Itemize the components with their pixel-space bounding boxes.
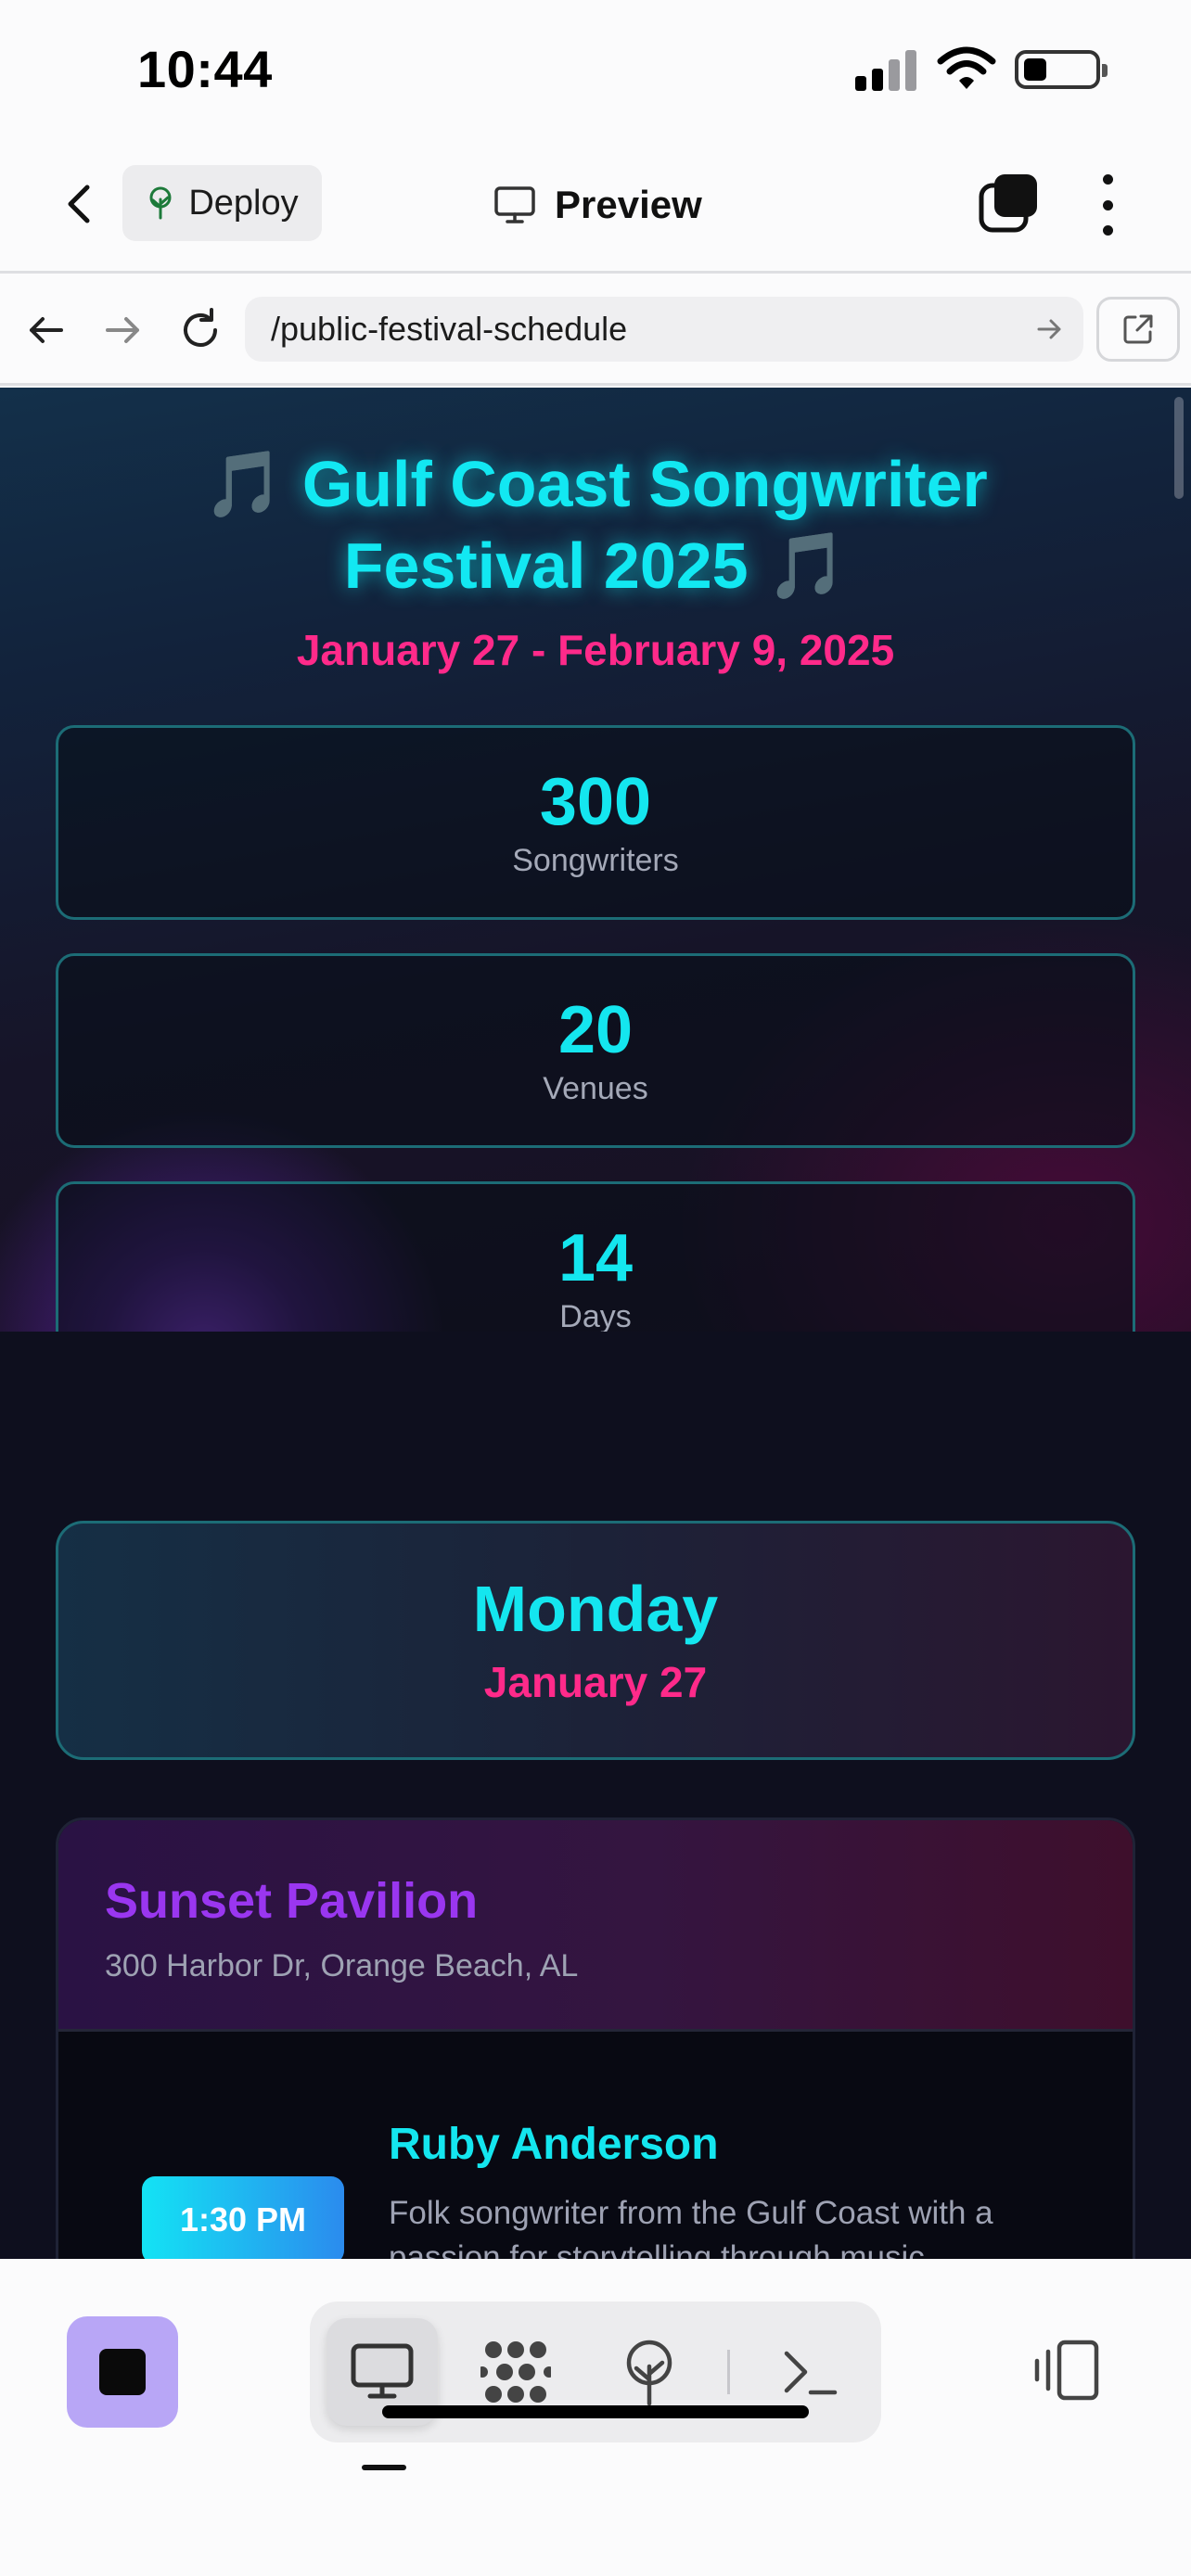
battery-icon — [1015, 50, 1108, 89]
home-indicator — [382, 2405, 809, 2418]
day-date: January 27 — [483, 1658, 708, 1706]
tabs-icon[interactable] — [978, 172, 1039, 234]
day-name: Monday — [472, 1573, 719, 1645]
day-card: Monday January 27 — [56, 1521, 1135, 1760]
venue-header: Sunset Pavilion 300 Harbor Dr, Orange Be… — [58, 1820, 1133, 2032]
monitor-icon — [351, 2343, 414, 2399]
monitor-icon — [494, 186, 535, 223]
open-external-button[interactable] — [1096, 297, 1180, 362]
device-toggle-icon[interactable] — [1031, 2335, 1102, 2405]
venue-name: Sunset Pavilion — [105, 1873, 479, 1929]
chevron-left-icon — [68, 185, 90, 223]
status-bar: 10:44 — [0, 0, 1191, 139]
app-header: Deploy Preview — [0, 139, 1191, 274]
back-button[interactable] — [52, 176, 108, 232]
preview-title: Preview — [493, 172, 702, 237]
preview-label: Preview — [555, 183, 702, 226]
tool-group — [310, 2302, 881, 2442]
stop-icon — [99, 2349, 146, 2395]
browser-bar: /public-festival-schedule — [0, 276, 1191, 386]
artist-description: Folk songwriter from the Gulf Coast with… — [389, 2195, 993, 2259]
more-vertical-icon[interactable] — [1091, 174, 1124, 236]
arrow-right-small-icon[interactable] — [1033, 313, 1065, 345]
terminal-icon — [784, 2351, 838, 2395]
url-field[interactable]: /public-festival-schedule — [245, 297, 1083, 362]
reload-icon[interactable] — [174, 304, 226, 356]
active-tab-indicator — [362, 2465, 406, 2470]
external-link-icon — [1123, 314, 1153, 344]
cellular-signal-icon — [855, 46, 920, 91]
venue-address: 300 Harbor Dr, Orange Beach, AL — [105, 1948, 579, 1983]
status-time: 10:44 — [137, 40, 273, 98]
deploy-button[interactable]: Deploy — [122, 165, 322, 241]
performance-time-badge: 1:30 PM — [142, 2176, 344, 2259]
url-text: /public-festival-schedule — [271, 310, 628, 348]
arrow-left-icon[interactable] — [20, 304, 72, 356]
venue-card: Sunset Pavilion 300 Harbor Dr, Orange Be… — [56, 1817, 1135, 2259]
wifi-icon — [937, 46, 996, 89]
deploy-label: Deploy — [188, 183, 299, 223]
arrow-right-icon[interactable] — [96, 304, 148, 356]
tree-icon — [626, 2340, 672, 2405]
grid-dots-icon — [480, 2341, 551, 2403]
toolbar-separator — [727, 2350, 730, 2394]
schedule-section: Monday January 27 Sunset Pavilion 300 Ha… — [0, 388, 1191, 2259]
stop-button[interactable] — [67, 2316, 178, 2428]
artist-name[interactable]: Ruby Anderson — [389, 2119, 719, 2170]
tree-icon — [149, 186, 172, 220]
